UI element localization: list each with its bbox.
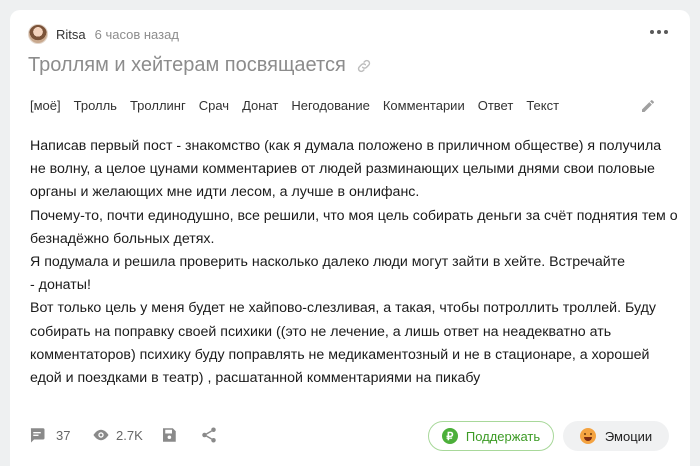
comment-icon [30,428,45,443]
body-line: - донаты! [30,277,91,294]
share-button[interactable] [200,426,218,444]
tag-kommentarii[interactable]: Комментарии [383,98,465,113]
tag-srach[interactable]: Срач [199,98,229,113]
tag-otvet[interactable]: Ответ [478,98,514,113]
save-button[interactable] [160,426,178,444]
tag-negodovanie[interactable]: Негодование [291,98,370,113]
body-line: собирать на поправку своей психики ((это… [30,323,612,340]
post-footer: 37 2.7K ₽ Поддержать Эмоции [10,415,690,457]
body-line: Я подумала и решила проверить насколько … [30,254,625,271]
support-label: Поддержать [465,428,541,444]
title-row: Троллям и хейтерам посвящается [28,54,372,77]
tag-moe[interactable]: [моё] [30,98,61,113]
comments-count: 37 [56,427,71,443]
tag-trolling[interactable]: Троллинг [130,98,186,113]
tag-donat[interactable]: Донат [242,98,278,113]
tag-tekst[interactable]: Текст [526,98,559,113]
support-button[interactable]: ₽ Поддержать [428,421,554,451]
body-line: Написав первый пост - знакомство (как я … [30,138,662,154]
body-line: органы и желающих мне идти лесом, а лучш… [30,184,420,201]
post-time: 6 часов назад [94,26,179,42]
views-stat: 2.7K [92,426,143,444]
share-icon [202,427,216,443]
author-name[interactable]: Ritsa [56,27,86,42]
body-line: комментаторов) психику буду поправлять н… [30,346,650,363]
body-line: не волну, а целое цунами комментариев от… [30,161,655,178]
comments-button[interactable]: 37 [28,426,70,444]
save-icon [163,428,176,442]
body-line: Вот только цель у меня будет не хайпово-… [30,300,656,317]
more-options-icon[interactable] [650,30,668,34]
tag-troll[interactable]: Тролль [74,98,117,113]
body-line: Почему-то, почти единодушно, все решили,… [30,207,678,224]
link-icon[interactable] [356,58,372,74]
views-count: 2.7K [116,427,143,443]
author-avatar[interactable] [28,24,48,44]
post-header: Ritsa 6 часов назад [28,24,179,44]
eye-icon [93,429,109,441]
post-card: Ritsa 6 часов назад Троллям и хейтерам п… [10,10,690,466]
body-line: безнадёжно больных детях. [30,230,215,247]
post-title[interactable]: Троллям и хейтерам посвящается [28,54,346,77]
body-line: едой и поездками в театр) , расшатанной … [30,370,481,387]
post-body: Написав первый пост - знакомство (как я … [30,135,678,390]
emotions-button[interactable]: Эмоции [563,421,669,451]
emoji-icon [579,428,596,444]
ruble-icon: ₽ [441,428,458,444]
edit-tags-icon[interactable] [640,98,656,114]
tag-list: [моё] Тролль Троллинг Срач Донат Негодов… [30,98,572,113]
emotions-label: Эмоции [604,428,653,444]
